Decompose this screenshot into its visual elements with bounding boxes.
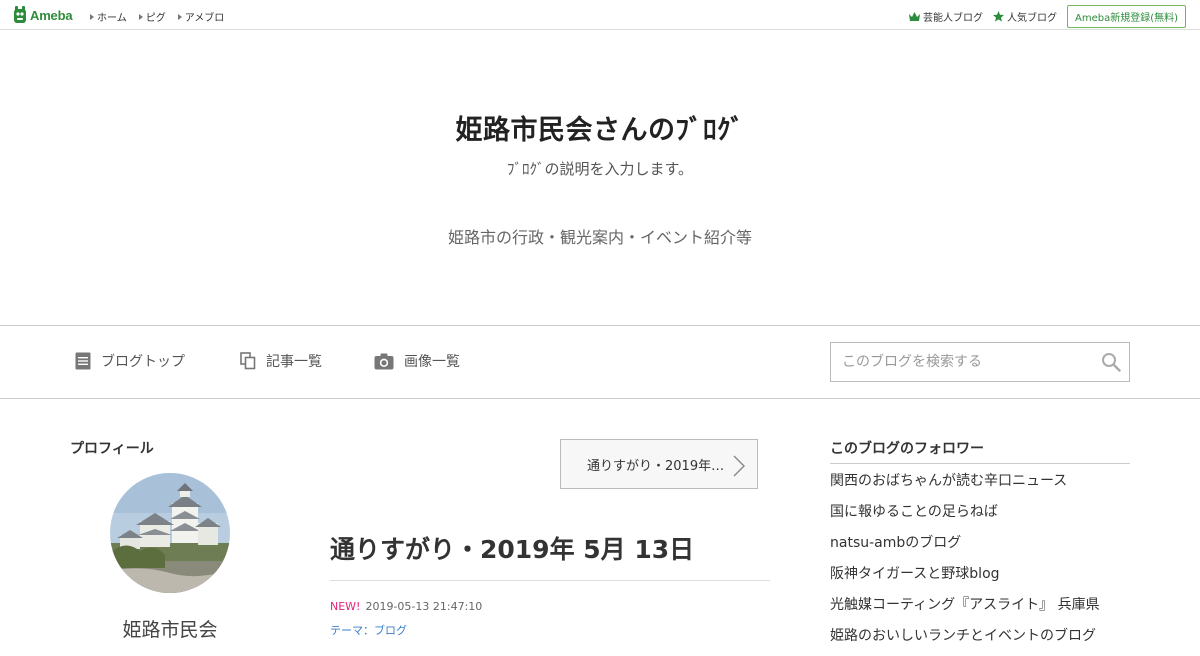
register-button[interactable]: Ameba新規登録(無料) (1066, 5, 1186, 28)
followers-divider (830, 463, 1130, 464)
chevron-right-icon (733, 455, 745, 477)
prev-entry-label: 通りすがり・2019年… (587, 458, 725, 474)
nav-link-ameblo[interactable]: アメブロ (177, 9, 225, 24)
follower-item[interactable]: 阪神タイガースと野球blog (830, 563, 1100, 594)
blog-search (830, 342, 1130, 382)
blog-title[interactable]: 姫路市民会さんのﾌﾞﾛｸﾞ (0, 108, 1200, 147)
nav-article-list-label: 記事一覧 (266, 354, 322, 370)
avatar[interactable] (110, 473, 230, 593)
popular-blog-label: 人気ブログ (1006, 13, 1057, 24)
new-badge: NEW! (330, 600, 361, 613)
blog-description: ﾌﾞﾛｸﾞの説明を入力します。 (506, 160, 693, 178)
star-icon (992, 11, 1004, 22)
document-icon (75, 352, 91, 370)
follower-item[interactable]: 光触媒コーティング『アスライト』 兵庫県 (830, 594, 1100, 625)
global-nav: ホーム ピグ アメブロ (90, 9, 224, 24)
search-input[interactable] (831, 343, 1091, 381)
prev-entry-button[interactable]: 通りすがり・2019年… (560, 439, 758, 489)
profile-name[interactable]: 姫路市民会 (70, 615, 270, 642)
nav-link-label: ホーム (97, 13, 127, 24)
nav-link-label: アメブロ (184, 13, 225, 24)
followers-list: 関西のおばちゃんが読む辛口ニュース 国に報ゆることの足らねば natsu-amb… (830, 470, 1100, 656)
triangle-right-icon (90, 13, 94, 20)
profile-heading: プロフィール (70, 441, 154, 457)
camera-icon (374, 353, 394, 369)
followers-heading: このブログのフォロワー (830, 441, 984, 457)
blog-navbar: ブログトップ 記事一覧 画像一覧 (0, 325, 1200, 399)
triangle-right-icon (177, 13, 182, 20)
follower-item[interactable]: 関西のおばちゃんが読む辛口ニュース (830, 470, 1100, 501)
crown-icon (908, 12, 920, 21)
logo-text: Ameba (30, 7, 73, 23)
global-header: Ameba ホーム ピグ アメブロ 芸能人ブログ 人気ブログ Ameba新規登録… (0, 0, 1200, 30)
follower-item[interactable]: 国に報ゆることの足らねば (830, 501, 1100, 532)
entry-divider (330, 580, 770, 581)
nav-blog-top[interactable]: ブログトップ (75, 351, 185, 371)
copy-icon (240, 352, 256, 370)
nav-link-label: ピグ (145, 13, 166, 24)
triangle-right-icon (138, 13, 143, 20)
nav-blog-top-label: ブログトップ (101, 354, 185, 370)
nav-link-home[interactable]: ホーム (90, 9, 127, 24)
celebrity-blog-link[interactable]: 芸能人ブログ (908, 9, 983, 24)
entry-theme-link[interactable]: テーマ：ブログ (330, 622, 407, 638)
follower-item[interactable]: natsu-ambのブログ (830, 532, 1100, 563)
entry-datetime: 2019-05-13 21:47:10 (365, 600, 483, 613)
nav-article-list[interactable]: 記事一覧 (240, 351, 322, 371)
castle-photo (110, 473, 230, 593)
nav-link-pigg[interactable]: ピグ (138, 9, 166, 24)
header-right: 芸能人ブログ 人気ブログ Ameba新規登録(無料) (908, 5, 1186, 28)
ameba-logo[interactable]: Ameba (13, 6, 73, 24)
entry-meta: NEW! 2019-05-13 21:47:10 (330, 600, 482, 613)
entry-title[interactable]: 通りすがり・2019年 5月 13日 (330, 530, 694, 566)
blog-tagline: 姫路市の行政・観光案内・イベント紹介等 (447, 228, 752, 247)
celebrity-blog-label: 芸能人ブログ (922, 13, 983, 24)
nav-image-list[interactable]: 画像一覧 (374, 351, 460, 371)
popular-blog-link[interactable]: 人気ブログ (992, 9, 1057, 24)
nav-image-list-label: 画像一覧 (404, 354, 460, 370)
search-icon[interactable] (1101, 352, 1121, 372)
ameba-mascot-icon (14, 6, 26, 23)
